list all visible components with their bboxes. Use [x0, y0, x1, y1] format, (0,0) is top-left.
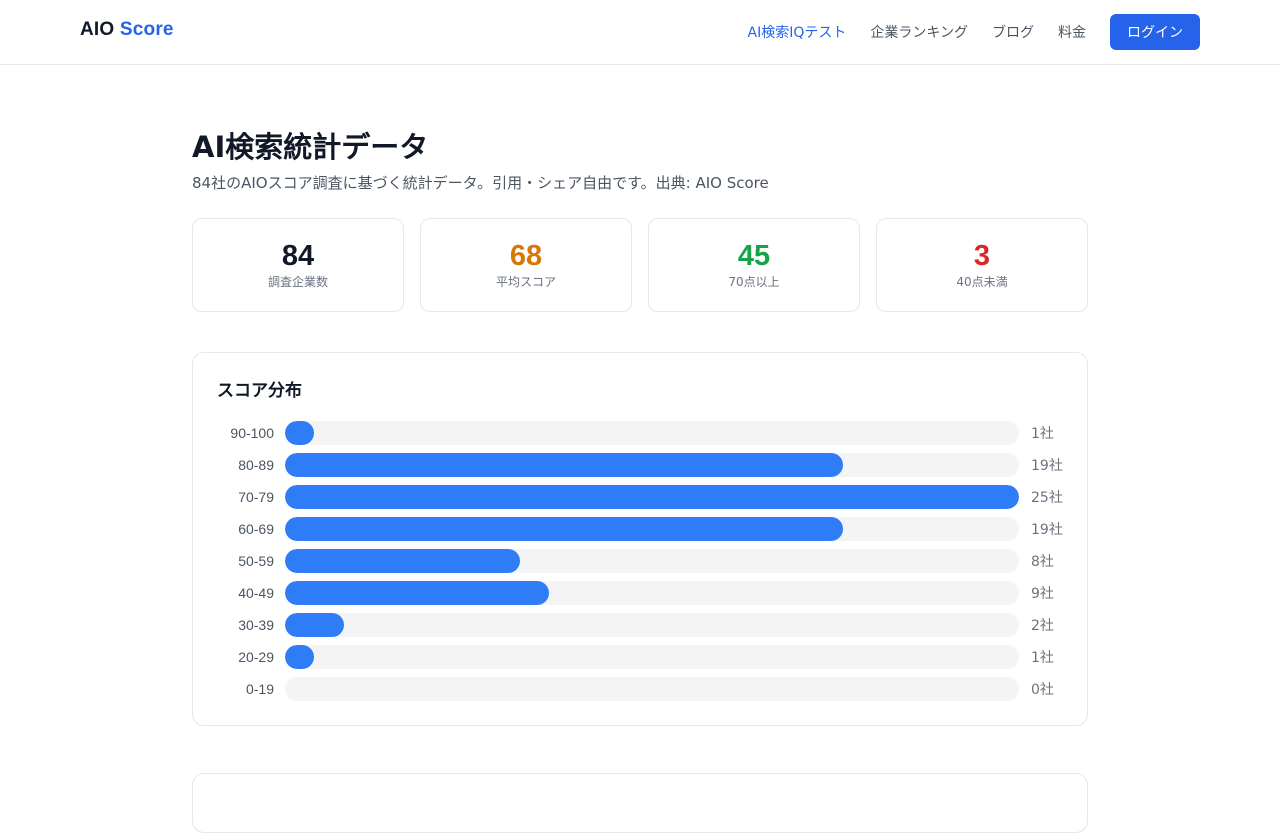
distribution-range-label: 60-69 — [238, 521, 274, 537]
distribution-bar-fill — [285, 581, 550, 605]
stat-label: 70点以上 — [728, 275, 780, 289]
distribution-bar-track — [285, 581, 1019, 605]
distribution-count-label: 1社 — [1031, 650, 1054, 666]
distribution-bar-fill — [285, 645, 315, 669]
distribution-range-label: 70-79 — [238, 489, 274, 505]
stat-label: 40点未満 — [956, 275, 1008, 289]
distribution-range-label: 80-89 — [238, 457, 274, 473]
distribution-bar-track — [285, 645, 1019, 669]
stat-card-under-40: 3 40点未満 — [876, 218, 1088, 312]
distribution-bar-track — [285, 613, 1019, 637]
top-navigation-bar: AIO Score AI検索IQテスト 企業ランキング ブログ 料金 ログイン — [0, 0, 1280, 65]
nav-link-ai-search-iq-test[interactable]: AI検索IQテスト — [748, 22, 847, 42]
distribution-bar-track — [285, 485, 1019, 509]
distribution-count-label: 1社 — [1031, 426, 1054, 442]
distribution-bar-track — [285, 517, 1019, 541]
next-panel — [192, 773, 1088, 833]
stat-card-average-score: 68 平均スコア — [420, 218, 632, 312]
score-distribution-title: スコア分布 — [217, 381, 302, 401]
stat-label: 平均スコア — [495, 275, 556, 289]
distribution-row: 30-39 2社 — [217, 613, 1063, 637]
distribution-row: 60-69 19社 — [217, 517, 1063, 541]
distribution-row: 80-89 19社 — [217, 453, 1063, 477]
distribution-bar-fill — [285, 485, 1019, 509]
distribution-count-label: 8社 — [1031, 554, 1054, 570]
logo-text-aio: AIO — [80, 19, 115, 40]
main-content: AI検索統計データ 84社のAIOスコア調査に基づく統計データ。引用・シェア自由… — [192, 65, 1088, 833]
page-subtitle: 84社のAIOスコア調査に基づく統計データ。引用・シェア自由です。出典: AIO… — [192, 174, 769, 192]
distribution-count-label: 25社 — [1031, 490, 1063, 506]
distribution-range-label: 90-100 — [230, 425, 274, 441]
login-button[interactable]: ログイン — [1110, 14, 1200, 50]
distribution-bar-fill — [285, 517, 843, 541]
page-title: AI検索統計データ — [192, 130, 429, 164]
logo-text-score: Score — [119, 19, 174, 40]
distribution-range-label: 50-59 — [238, 553, 274, 569]
distribution-row: 70-79 25社 — [217, 485, 1063, 509]
stat-card-companies: 84 調査企業数 — [192, 218, 404, 312]
distribution-count-label: 19社 — [1031, 458, 1063, 474]
score-distribution-rows: 90-100 1社 80-89 19社 70-79 25社 60-69 19社 50-59 8社 4… — [217, 421, 1063, 701]
distribution-bar-fill — [285, 421, 315, 445]
stat-value: 68 — [509, 240, 543, 272]
stat-label: 調査企業数 — [267, 275, 328, 289]
distribution-count-label: 2社 — [1031, 618, 1054, 634]
distribution-bar-fill — [285, 613, 344, 637]
distribution-range-label: 30-39 — [238, 617, 274, 633]
stat-value: 45 — [737, 240, 771, 272]
distribution-range-label: 20-29 — [238, 649, 274, 665]
distribution-row: 20-29 1社 — [217, 645, 1063, 669]
nav-link-company-ranking[interactable]: 企業ランキング — [870, 22, 968, 42]
distribution-row: 90-100 1社 — [217, 421, 1063, 445]
stat-value: 84 — [281, 240, 315, 272]
stat-card-70-plus: 45 70点以上 — [648, 218, 860, 312]
distribution-row: 40-49 9社 — [217, 581, 1063, 605]
stat-value: 3 — [973, 240, 991, 272]
distribution-bar-track — [285, 677, 1019, 701]
summary-stats: 84 調査企業数 68 平均スコア 45 70点以上 3 40点未満 — [192, 218, 1088, 312]
distribution-count-label: 19社 — [1031, 522, 1063, 538]
distribution-bar-fill — [285, 453, 843, 477]
distribution-count-label: 9社 — [1031, 586, 1054, 602]
distribution-bar-track — [285, 549, 1019, 573]
nav-link-blog[interactable]: ブログ — [992, 22, 1034, 42]
distribution-bar-track — [285, 421, 1019, 445]
distribution-bar-fill — [285, 549, 520, 573]
distribution-row: 50-59 8社 — [217, 549, 1063, 573]
distribution-range-label: 0-19 — [245, 681, 274, 697]
distribution-row: 0-19 0社 — [217, 677, 1063, 701]
distribution-count-label: 0社 — [1031, 682, 1054, 698]
logo[interactable]: AIO Score — [80, 19, 174, 41]
distribution-range-label: 40-49 — [238, 585, 274, 601]
nav-link-pricing[interactable]: 料金 — [1058, 22, 1086, 42]
score-distribution-panel: スコア分布 90-100 1社 80-89 19社 70-79 25社 60-69 19社 50… — [192, 352, 1088, 726]
distribution-bar-track — [285, 453, 1019, 477]
main-nav: AI検索IQテスト 企業ランキング ブログ 料金 ログイン — [748, 14, 1200, 50]
